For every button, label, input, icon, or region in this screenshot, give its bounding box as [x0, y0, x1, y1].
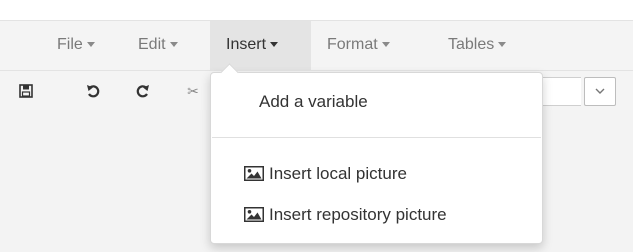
menu-item-insert-repository-picture[interactable]: Insert repository picture: [211, 200, 542, 230]
menu-item-add-variable[interactable]: Add a variable: [211, 87, 542, 117]
menu-bar: File Edit Insert Format Tables: [0, 20, 633, 71]
menu-item-label: Insert local picture: [269, 164, 407, 183]
caret-down-icon: [270, 42, 279, 48]
save-icon: [19, 84, 33, 98]
menu-item-label: Add a variable: [259, 92, 368, 111]
undo-icon: [87, 85, 100, 98]
menu-tables-label: Tables: [448, 36, 495, 53]
menu-edit[interactable]: Edit: [138, 21, 178, 71]
menu-file-label: File: [57, 36, 83, 53]
save-button[interactable]: [14, 79, 38, 103]
picture-icon: [244, 166, 264, 181]
caret-down-icon: [381, 42, 390, 48]
undo-button[interactable]: [81, 79, 105, 103]
menu-insert[interactable]: Insert: [210, 21, 311, 71]
redo-icon: [136, 85, 149, 98]
format-select-toggle[interactable]: [584, 77, 616, 106]
menu-item-label: Insert repository picture: [269, 205, 447, 224]
menu-divider: [212, 137, 541, 138]
menu-tables[interactable]: Tables: [448, 21, 507, 71]
insert-dropdown-menu: Add a variable Insert local picture Inse…: [210, 63, 543, 244]
caret-down-icon: [169, 42, 178, 48]
chevron-down-icon: [595, 88, 605, 94]
menu-format-label: Format: [327, 36, 378, 53]
caret-down-icon: [86, 42, 95, 48]
menu-insert-label: Insert: [226, 36, 267, 53]
menu-edit-label: Edit: [138, 36, 166, 53]
cut-icon: ✂: [187, 82, 199, 99]
picture-icon: [244, 207, 264, 222]
caret-down-icon: [498, 42, 507, 48]
menu-file[interactable]: File: [57, 21, 95, 71]
cut-button[interactable]: ✂: [181, 79, 205, 103]
redo-button[interactable]: [131, 79, 155, 103]
format-select[interactable]: [540, 77, 581, 106]
menu-item-insert-local-picture[interactable]: Insert local picture: [211, 159, 542, 189]
menu-format[interactable]: Format: [327, 21, 390, 71]
top-strip: [0, 0, 633, 20]
